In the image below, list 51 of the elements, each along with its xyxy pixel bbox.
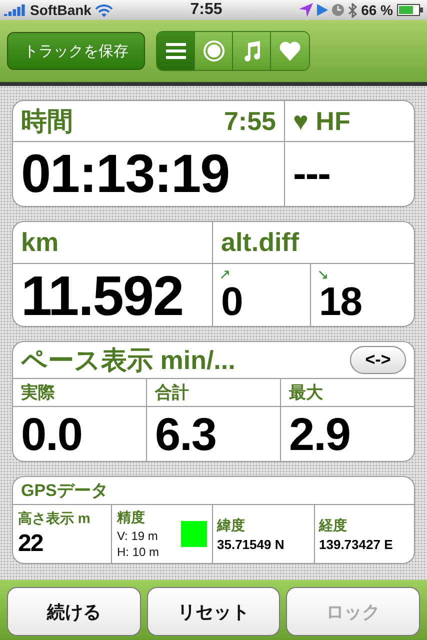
location-arrow-icon: [299, 3, 314, 17]
ascent-value: 0: [221, 280, 242, 324]
altitude-label: 高さ表示 m: [18, 510, 90, 528]
vertical-accuracy: V: 19 m: [117, 529, 159, 543]
action-button[interactable]: リセット: [146, 587, 280, 636]
menu-icon: [166, 43, 186, 59]
distance-label: km: [21, 227, 59, 258]
battery-percent: 66 %: [361, 2, 393, 18]
pace-label: 実際: [21, 382, 55, 404]
view-tab[interactable]: [195, 32, 233, 70]
longitude-value: 139.73427 E: [319, 536, 393, 552]
pace-value: 2.9: [289, 407, 350, 461]
clock-time: 7:55: [224, 106, 276, 136]
clock-icon: [332, 4, 344, 16]
elapsed-time: 01:13:19: [21, 143, 230, 205]
gps-title: GPSデータ: [21, 480, 108, 502]
heart-icon: [279, 41, 301, 61]
play-icon: [317, 4, 328, 16]
view-tab[interactable]: [233, 32, 271, 70]
save-track-button[interactable]: トラックを保存: [7, 32, 145, 70]
action-button[interactable]: 続ける: [7, 587, 141, 636]
pace-value: 0.0: [21, 407, 82, 461]
altitude-value: 22: [18, 530, 44, 558]
wifi-icon: [95, 4, 114, 16]
longitude-label: 経度: [319, 516, 348, 534]
altitude-diff-label: alt.diff: [221, 227, 299, 258]
pace-value: 6.3: [155, 407, 216, 461]
music-note-icon: [242, 40, 260, 62]
view-tab[interactable]: [157, 32, 195, 70]
descent-arrow: ↘: [317, 266, 329, 282]
distance-value: 11.592: [21, 262, 184, 326]
horizontal-accuracy: H: 10 m: [117, 545, 160, 559]
pace-title: ペース表示 min/...: [21, 344, 236, 377]
descent-value: 18: [319, 280, 362, 324]
pace-label: 最大: [289, 382, 323, 404]
latitude-label: 緯度: [217, 516, 246, 534]
ascent-arrow: ↗: [219, 266, 231, 282]
view-tab[interactable]: [271, 32, 309, 70]
carrier-name: SoftBank: [30, 2, 92, 18]
accuracy-label: 精度: [117, 509, 146, 527]
status-time: 7:55: [190, 1, 222, 19]
bluetooth-icon: [348, 2, 358, 18]
pace-label: 合計: [155, 382, 189, 404]
battery-icon: [397, 4, 423, 16]
heart-rate-value: ---: [293, 152, 330, 196]
time-label: 時間: [21, 104, 73, 138]
heart-rate-label: ♥ HF: [293, 106, 350, 136]
signal-icon: [4, 4, 26, 16]
pace-toggle-button[interactable]: <->: [350, 346, 406, 374]
record-icon: [202, 40, 224, 62]
latitude-value: 35.71549 N: [217, 536, 284, 552]
